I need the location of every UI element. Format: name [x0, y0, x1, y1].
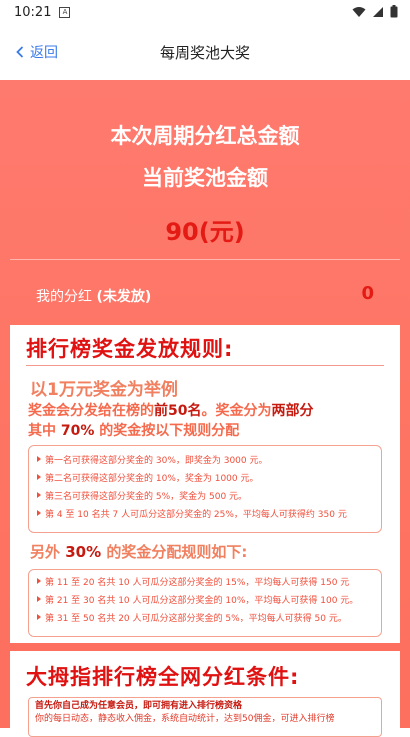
wifi-icon: [352, 6, 366, 17]
rule-text: 第 21 至 30 名共 10 人可瓜分这部分奖金的 10%，平均每人可获得 1…: [45, 596, 359, 606]
arrow-right-icon: [37, 510, 41, 516]
battery-icon: [390, 5, 398, 18]
pool-title: 当前奖池金额: [142, 166, 268, 190]
rules-group-1: 第一名可获得这部分奖金的 30%，即奖金为 3000 元。 第二名可获得这部分奖…: [28, 445, 382, 533]
rule-item: 第 21 至 30 名共 10 人可瓜分这部分奖金的 10%，平均每人可获得 1…: [29, 592, 381, 610]
other-a: 另外: [30, 543, 61, 561]
my-bonus-value: 0: [361, 283, 374, 304]
conditions-card: 大拇指排行榜全网分红条件: 首先你自己成为任意会员，即可拥有进入排行榜资格 你的…: [10, 651, 400, 737]
arrow-right-icon: [37, 492, 41, 498]
rule-item: 第二名可获得这部分奖金的 10%，奖金为 1000 元。: [29, 470, 381, 488]
status-icons: [352, 5, 398, 18]
arrow-right-icon: [37, 578, 41, 584]
arrow-right-icon: [37, 596, 41, 602]
arrow-right-icon: [37, 474, 41, 480]
page-title: 每周奖池大奖: [159, 44, 250, 62]
para-pct: 70%: [60, 423, 95, 439]
rules-card: 排行榜奖金发放规则: 以1万元奖金为举例 奖金会分发给在榜的前50名。奖金分为两…: [10, 325, 400, 643]
period-bonus-title: 本次周期分红总金额: [110, 124, 300, 148]
para-top: 前50名: [154, 403, 202, 419]
status-bar: 10:21 A: [0, 0, 410, 24]
my-bonus-status: (未发放): [96, 289, 152, 305]
signal-icon: [373, 6, 383, 17]
arrow-right-icon: [37, 456, 41, 462]
status-time: 10:21: [14, 4, 52, 20]
para-part1: 奖金会分发给在榜的: [28, 403, 154, 419]
rule-text: 第 4 至 10 名共 7 人可瓜分这部分奖金的 25%，平均每人可获得约 35…: [45, 510, 347, 520]
rule-item: 第 11 至 20 名共 10 人可瓜分这部分奖金的 15%，平均每人可获得 1…: [29, 574, 381, 592]
rule-text: 第一名可获得这部分奖金的 30%，即奖金为 3000 元。: [45, 456, 268, 466]
para-part2: 。奖金分为: [201, 403, 272, 419]
hero-divider: [10, 259, 400, 260]
my-bonus-text: 我的分红: [36, 289, 92, 305]
rules-other-heading: 另外 30% 的奖金分配规则如下:: [30, 541, 247, 562]
rule-item: 第 4 至 10 名共 7 人可瓜分这部分奖金的 25%，平均每人可获得约 35…: [29, 506, 381, 524]
sim-card-icon: A: [59, 6, 71, 18]
rules-underline: [26, 365, 384, 366]
pool-amount: 90(元): [165, 218, 245, 246]
conditions-title: 大拇指排行榜全网分红条件:: [26, 665, 300, 689]
rules-group-2: 第 11 至 20 名共 10 人可瓜分这部分奖金的 15%，平均每人可获得 1…: [28, 569, 382, 637]
condition-line-1: 首先你自己成为任意会员，即可拥有进入排行榜资格: [35, 701, 243, 711]
rule-item: 第三名可获得这部分奖金的 5%，奖金为 500 元。: [29, 488, 381, 506]
rules-example: 以1万元奖金为举例: [30, 380, 178, 400]
rule-item: 第 31 至 50 名共 20 人可瓜分这部分奖金的 5%，平均每人可获得 50…: [29, 610, 381, 628]
rule-item: 第一名可获得这部分奖金的 30%，即奖金为 3000 元。: [29, 452, 381, 470]
other-pct: 30%: [65, 543, 102, 561]
para-line2a: 其中: [28, 423, 56, 439]
rules-paragraph: 奖金会分发给在榜的前50名。奖金分为两部分 其中 70% 的奖金按以下规则分配: [28, 401, 313, 441]
nav-bar: 返回 每周奖池大奖: [0, 24, 410, 81]
condition-line-2: 你的每日动态，静态收入佣金，系统自动统计，达到50佣金，可进入排行榜: [35, 714, 335, 724]
my-bonus-label: 我的分红 (未发放): [36, 286, 151, 306]
rule-text: 第三名可获得这部分奖金的 5%，奖金为 500 元。: [45, 492, 248, 502]
arrow-right-icon: [37, 614, 41, 620]
para-line2b: 的奖金按以下规则分配: [99, 423, 240, 439]
rules-title: 排行榜奖金发放规则:: [26, 337, 234, 361]
para-two: 两部分: [271, 403, 314, 419]
other-b: 的奖金分配规则如下:: [106, 543, 248, 561]
rule-text: 第二名可获得这部分奖金的 10%，奖金为 1000 元。: [45, 474, 259, 484]
rule-text: 第 11 至 20 名共 10 人可瓜分这部分奖金的 15%，平均每人可获得 1…: [45, 578, 350, 588]
conditions-box: 首先你自己成为任意会员，即可拥有进入排行榜资格 你的每日动态，静态收入佣金，系统…: [28, 697, 382, 737]
rule-text: 第 31 至 50 名共 20 人可瓜分这部分奖金的 5%，平均每人可获得 50…: [45, 614, 347, 624]
